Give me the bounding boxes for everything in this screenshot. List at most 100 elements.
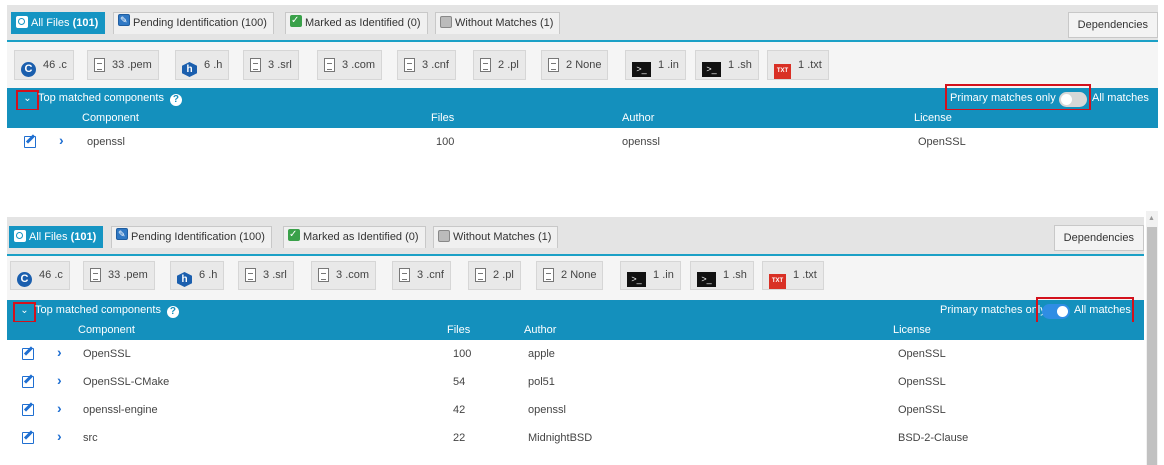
tab-all-files[interactable]: All Files (101) — [11, 12, 106, 34]
edit-icon[interactable] — [22, 432, 34, 444]
tab-without-matches[interactable]: Without Matches (1) — [433, 226, 559, 248]
ext-filter-cnf[interactable]: 3 .cnf — [392, 261, 451, 290]
ext-filter-srl[interactable]: 3 .srl — [238, 261, 294, 290]
top-components-header: ⌄ Top matched components? Primary matche… — [7, 84, 1158, 111]
dependencies-button[interactable]: Dependencies — [1067, 12, 1158, 38]
ext-filter-srl[interactable]: 3 .srl — [243, 50, 299, 80]
ext-filter-c[interactable]: C 46 .c — [10, 261, 70, 290]
table-row[interactable]: › OpenSSL 100 apple OpenSSL — [7, 340, 1144, 368]
ext-filter-h[interactable]: h6 .h — [175, 50, 230, 80]
row-license: OpenSSL — [898, 348, 946, 360]
chevron-right-icon[interactable]: › — [57, 428, 62, 444]
ext-filter-pem[interactable]: 33 .pem — [83, 261, 155, 290]
tab-marked-as-identified[interactable]: Marked as Identified (0) — [283, 226, 426, 248]
ext-filter-txt[interactable]: TXT 1 .txt — [762, 261, 824, 290]
column-license[interactable]: License — [893, 324, 931, 336]
chevron-right-icon[interactable]: › — [57, 344, 62, 360]
column-author[interactable]: Author — [622, 112, 654, 124]
ext-count: 1 — [653, 269, 660, 281]
table-row[interactable]: › src 22 MidnightBSD BSD-2-Clause — [7, 424, 1144, 452]
no-match-icon — [438, 230, 450, 242]
ext-label: .txt — [802, 269, 817, 281]
row-files: 100 — [436, 136, 455, 148]
edit-icon[interactable] — [22, 404, 34, 416]
tab-pending-identification[interactable]: Pending Identification (100) — [111, 226, 272, 248]
column-component[interactable]: Component — [78, 324, 135, 336]
document-icon — [90, 268, 101, 282]
row-files: 54 — [453, 376, 466, 388]
ext-filter-c[interactable]: C 46 .c — [14, 50, 74, 80]
ext-label: .c — [58, 59, 67, 71]
row-author: openssl — [528, 404, 566, 416]
row-license: OpenSSL — [918, 136, 966, 148]
dependencies-button[interactable]: Dependencies — [1053, 225, 1144, 251]
collapse-toggle[interactable]: ⌄ — [13, 302, 36, 323]
ext-count: 6 — [204, 59, 211, 71]
ext-filter-sh[interactable]: >_ 1 .sh — [690, 261, 754, 290]
ext-filter-cnf[interactable]: 3 .cnf — [397, 50, 456, 80]
components-title-text: Top matched components — [35, 304, 161, 316]
terminal-icon: >_ — [697, 272, 716, 287]
tab-count: (101) — [72, 17, 99, 29]
ext-filter-com[interactable]: 3 .com — [311, 261, 377, 290]
table-row[interactable]: › openssl 100 openssl OpenSSL — [7, 128, 1158, 156]
ext-count: 3 — [342, 59, 349, 71]
tab-pending-identification[interactable]: Pending Identification (100) — [113, 12, 274, 34]
help-icon[interactable]: ? — [169, 94, 182, 106]
table-row[interactable]: › openssl-engine 42 openssl OpenSSL — [7, 396, 1144, 424]
ext-label: .pem — [123, 269, 148, 281]
row-author: pol51 — [528, 376, 555, 388]
ext-count: 2 — [493, 269, 500, 281]
column-files[interactable]: Files — [447, 324, 470, 336]
column-author[interactable]: Author — [524, 324, 556, 336]
ext-label: .com — [345, 269, 370, 281]
document-icon — [250, 58, 261, 72]
column-license[interactable]: License — [914, 112, 952, 124]
help-icon[interactable]: ? — [166, 306, 179, 318]
ext-filter-pl[interactable]: 2 .pl — [468, 261, 521, 290]
chevron-right-icon[interactable]: › — [57, 400, 62, 416]
ext-label: .srl — [272, 269, 287, 281]
tab-all-files[interactable]: All Files (101) — [9, 226, 104, 248]
edit-icon[interactable] — [22, 348, 34, 360]
components-table-header: Component Files Author License — [7, 110, 1158, 128]
ext-filter-pem[interactable]: 33 .pem — [87, 50, 159, 80]
edit-icon[interactable] — [22, 376, 34, 388]
table-row[interactable]: › OpenSSL-CMake 54 pol51 OpenSSL — [7, 368, 1144, 396]
tab-label: Pending Identification — [133, 17, 239, 29]
chevron-right-icon[interactable]: › — [57, 372, 62, 388]
ext-filter-pl[interactable]: 2 .pl — [473, 50, 526, 80]
ext-filter-in[interactable]: >_ 1 .in — [620, 261, 681, 290]
ext-label: None — [570, 269, 597, 281]
column-files[interactable]: Files — [431, 112, 454, 124]
scroll-up-icon[interactable]: ▲ — [1148, 215, 1155, 222]
ext-filter-com[interactable]: 3 .com — [317, 50, 383, 80]
terminal-icon: >_ — [627, 272, 646, 287]
row-author: apple — [528, 348, 555, 360]
ext-filter-h[interactable]: h6 .h — [170, 261, 225, 290]
tab-marked-as-identified[interactable]: Marked as Identified (0) — [285, 12, 428, 34]
ext-count: 1 — [798, 59, 805, 71]
ext-filter-in[interactable]: >_ 1 .in — [625, 50, 686, 80]
tab-count: (101) — [70, 231, 97, 243]
ext-filter-sh[interactable]: >_ 1 .sh — [695, 50, 759, 80]
row-files: 42 — [453, 404, 466, 416]
row-files: 100 — [453, 348, 472, 360]
ext-label: .pl — [507, 59, 519, 71]
terminal-icon: >_ — [632, 62, 651, 77]
file-browser-panel-primary: All Files (101) Pending Identification (… — [7, 5, 1158, 210]
tab-without-matches[interactable]: Without Matches (1) — [435, 12, 561, 34]
chevron-right-icon[interactable]: › — [59, 132, 64, 148]
ext-filter-txt[interactable]: TXT 1 .txt — [767, 50, 829, 80]
scrollbar-thumb[interactable] — [1147, 227, 1157, 465]
ext-count: 3 — [422, 59, 429, 71]
collapse-toggle[interactable]: ⌄ — [16, 90, 39, 111]
match-mode-toggle-area: Primary matches only All matches — [934, 297, 1144, 324]
column-component[interactable]: Component — [82, 112, 139, 124]
document-icon — [245, 268, 256, 282]
ext-filter-none[interactable]: 2 None — [541, 50, 609, 80]
edit-icon[interactable] — [24, 136, 36, 148]
vertical-scrollbar[interactable]: ▲ — [1146, 211, 1158, 465]
ext-filter-none[interactable]: 2 None — [536, 261, 604, 290]
tab-label: Without Matches — [453, 231, 535, 243]
